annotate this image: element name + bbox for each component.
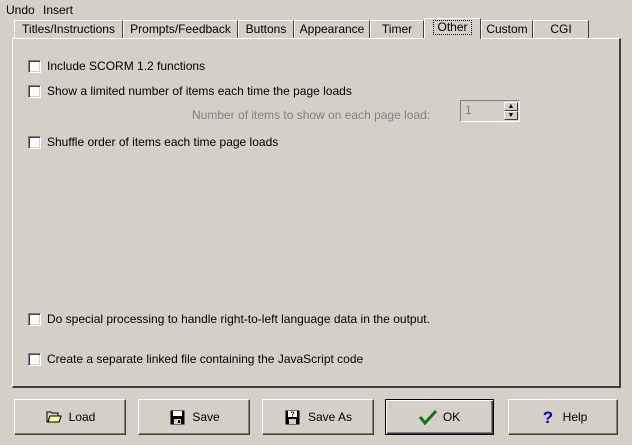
shuffle-label[interactable]: Shuffle order of items each time page lo… bbox=[47, 135, 278, 149]
tab-label: Timer bbox=[381, 22, 413, 36]
spin-up-button[interactable]: ▲ bbox=[504, 102, 518, 111]
save-as-button[interactable]: ? Save As bbox=[262, 399, 374, 435]
tab-label: Appearance bbox=[299, 22, 365, 36]
scorm-checkbox[interactable] bbox=[28, 60, 41, 73]
question-mark-icon: ? bbox=[539, 408, 557, 426]
svg-text:?: ? bbox=[542, 408, 552, 426]
tab-appearance[interactable]: Appearance bbox=[294, 20, 370, 38]
rtl-checkbox[interactable] bbox=[28, 313, 41, 326]
num-items-spinner[interactable]: 1 ▲ ▼ bbox=[460, 100, 520, 122]
separate-js-label[interactable]: Create a separate linked file containing… bbox=[47, 352, 363, 366]
help-label: Help bbox=[562, 410, 588, 424]
tab-other[interactable]: Other bbox=[424, 18, 481, 39]
save-button[interactable]: Save bbox=[138, 399, 250, 435]
other-options-panel: Include SCORM 1.2 functions Show a limit… bbox=[12, 38, 621, 388]
scorm-label[interactable]: Include SCORM 1.2 functions bbox=[47, 59, 205, 73]
folder-icon bbox=[45, 408, 63, 426]
help-button[interactable]: ? Help bbox=[508, 399, 618, 435]
svg-text:?: ? bbox=[291, 411, 295, 418]
separate-js-checkbox[interactable] bbox=[28, 353, 41, 366]
menubar: Undo Insert bbox=[0, 0, 632, 18]
num-items-label: Number of items to show on each page loa… bbox=[192, 108, 431, 122]
spin-down-button[interactable]: ▼ bbox=[504, 111, 518, 120]
save-label: Save bbox=[192, 410, 220, 424]
load-label: Load bbox=[68, 410, 96, 424]
tab-cgi[interactable]: CGI bbox=[533, 20, 589, 38]
save-as-label: Save As bbox=[307, 410, 353, 424]
tab-titles-instructions[interactable]: Titles/Instructions bbox=[14, 20, 123, 38]
ok-label: OK bbox=[442, 410, 461, 424]
tab-label: Buttons bbox=[245, 22, 287, 36]
checkmark-icon bbox=[418, 408, 437, 426]
limit-items-label[interactable]: Show a limited number of items each time… bbox=[47, 84, 352, 98]
tab-label: CGI bbox=[550, 22, 572, 36]
limit-items-checkbox[interactable] bbox=[28, 85, 41, 98]
tab-label: Prompts/Feedback bbox=[130, 22, 231, 36]
ok-button[interactable]: OK bbox=[385, 399, 494, 435]
menu-undo[interactable]: Undo bbox=[6, 3, 35, 17]
shuffle-checkbox[interactable] bbox=[28, 136, 41, 149]
tab-label: Titles/Instructions bbox=[22, 22, 115, 36]
menu-insert[interactable]: Insert bbox=[43, 3, 73, 17]
tab-prompts-feedback[interactable]: Prompts/Feedback bbox=[123, 20, 238, 38]
num-items-input[interactable]: 1 bbox=[462, 102, 502, 120]
tab-timer[interactable]: Timer bbox=[370, 20, 424, 38]
floppy-disk-question-icon: ? bbox=[284, 408, 302, 426]
load-button[interactable]: Load bbox=[14, 399, 126, 435]
floppy-disk-icon bbox=[168, 408, 186, 426]
tab-buttons[interactable]: Buttons bbox=[238, 20, 294, 38]
tab-custom[interactable]: Custom bbox=[481, 20, 533, 38]
rtl-label[interactable]: Do special processing to handle right-to… bbox=[47, 312, 430, 326]
tab-label: Other bbox=[433, 20, 472, 35]
tab-label: Custom bbox=[486, 22, 528, 36]
